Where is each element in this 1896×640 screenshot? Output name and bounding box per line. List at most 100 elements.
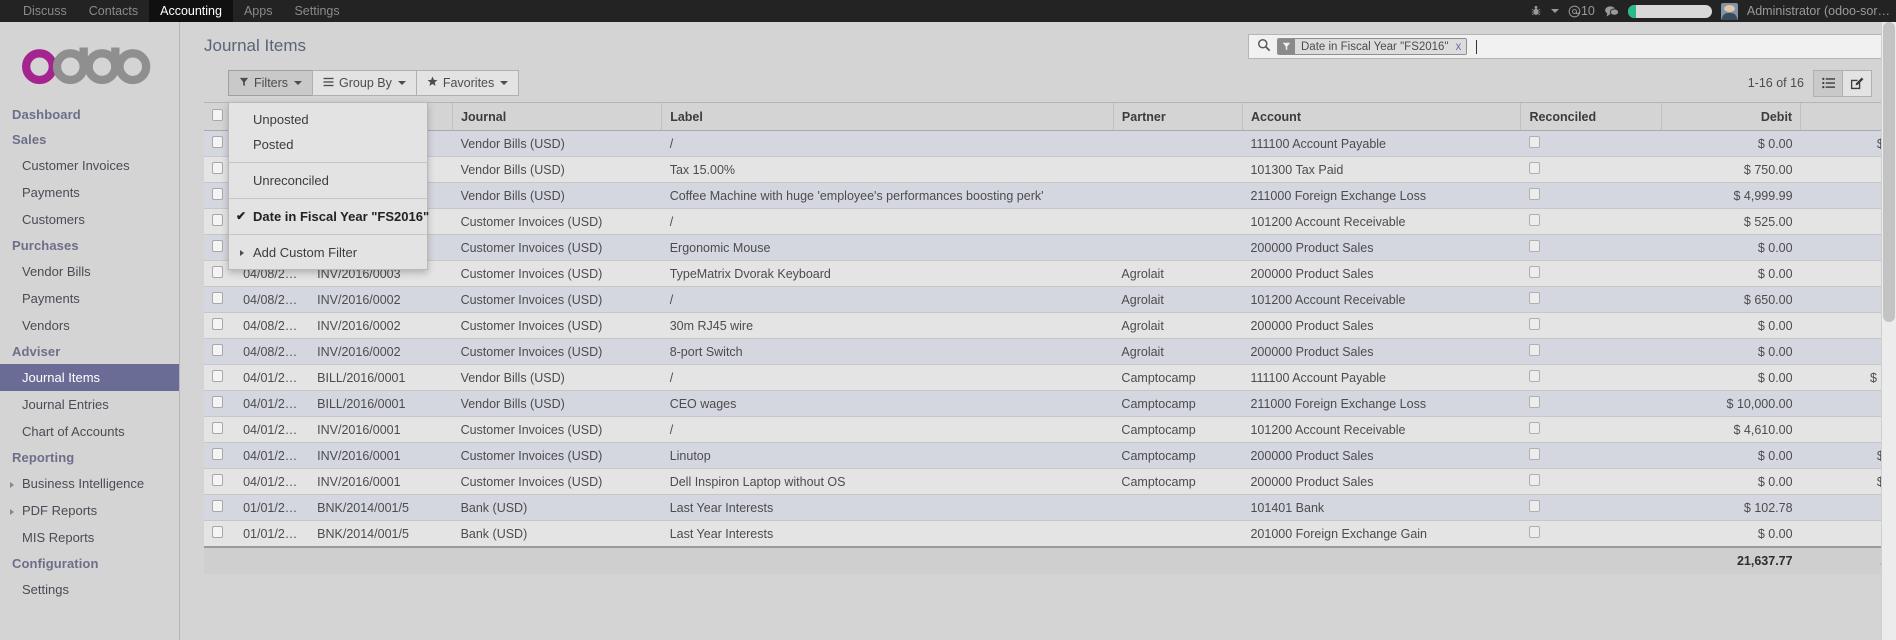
row-checkbox[interactable]	[212, 526, 223, 538]
reconciled-checkbox[interactable]	[1528, 448, 1540, 460]
table-row[interactable]: 04/01/2016 BILL/2016/0001 Vendor Bills (US…	[204, 390, 1896, 417]
row-checkbox[interactable]	[212, 448, 223, 460]
scrollbar-thumb[interactable]	[1883, 22, 1895, 322]
mentions-indicator[interactable]: 10	[1568, 4, 1595, 18]
vertical-scrollbar[interactable]	[1881, 22, 1896, 640]
table-row[interactable]: 04/08/2016INV/2016/0003Customer Invoices…	[204, 260, 1896, 287]
row-checkbox[interactable]	[212, 370, 223, 382]
search-facet-remove-icon[interactable]: x	[1452, 39, 1467, 54]
search-facet-fiscal-year[interactable]: Date in Fiscal Year "FS2016" x	[1277, 38, 1468, 55]
reconciled-checkbox[interactable]	[1528, 240, 1540, 252]
table-row[interactable]: 04/15/2016BILL/2016/0002Vendor Bills (US…	[204, 156, 1896, 183]
reconciled-checkbox[interactable]	[1528, 422, 1540, 434]
reconciled-checkbox[interactable]	[1528, 500, 1540, 512]
table-row[interactable]: 04/08/2016INV/2016/0003Customer Invoices…	[204, 234, 1896, 261]
odoo-logo[interactable]	[0, 22, 179, 102]
search-view[interactable]: Date in Fiscal Year "FS2016" x	[1248, 34, 1896, 59]
search-input[interactable]	[1476, 39, 1478, 54]
table-row[interactable]: 01/01/2016 BNK/2014/001/5 Bank (USD) Last Y…	[204, 494, 1896, 521]
filters-button[interactable]: Filters	[228, 70, 314, 96]
table-row[interactable]: 04/08/2016 INV/2016/0002 Customer Invoices…	[204, 312, 1896, 339]
row-checkbox[interactable]	[212, 474, 223, 486]
sidebar-item-customer-invoices[interactable]: Customer Invoices	[0, 152, 179, 179]
row-checkbox[interactable]	[212, 240, 223, 252]
sidebar-item-chart-of-accounts[interactable]: Chart of Accounts	[0, 418, 179, 445]
row-checkbox[interactable]	[212, 136, 223, 148]
table-row[interactable]: 04/01/2016 BILL/2016/0001 Vendor Bills (US…	[204, 364, 1896, 391]
column-header-account[interactable]: Account	[1242, 103, 1522, 131]
table-row[interactable]: 01/01/2016 BNK/2014/001/5 Bank (USD) Last Y…	[204, 520, 1896, 548]
menu-separator	[229, 234, 427, 235]
group-by-button[interactable]: Group By	[312, 70, 417, 96]
row-checkbox[interactable]	[212, 396, 223, 408]
reconciled-checkbox[interactable]	[1528, 188, 1540, 200]
filter-menu-item-unreconciled[interactable]: Unreconciled	[229, 168, 427, 193]
column-header-journal[interactable]: Journal	[452, 103, 663, 131]
sidebar-item-settings[interactable]: Settings	[0, 576, 179, 603]
app-menu-item-apps[interactable]: Apps	[233, 0, 284, 22]
sidebar-item-payments[interactable]: Payments	[0, 179, 179, 206]
column-header-label[interactable]: Label	[661, 103, 1114, 131]
filter-menu-item-add-custom-filter[interactable]: Add Custom Filter	[229, 240, 427, 265]
table-row[interactable]: 04/08/2016 INV/2016/0002 Customer Invoices…	[204, 338, 1896, 365]
table-row[interactable]: 04/15/2016BILL/2016/0002Vendor Bills (US…	[204, 130, 1896, 157]
row-checkbox[interactable]	[212, 344, 223, 356]
reconciled-checkbox[interactable]	[1528, 526, 1540, 538]
table-row[interactable]: 04/01/2016 INV/2016/0001 Customer Invoices…	[204, 442, 1896, 469]
row-checkbox[interactable]	[212, 188, 223, 200]
form-view-icon[interactable]	[1842, 69, 1872, 97]
sidebar-item-mis-reports[interactable]: MIS Reports	[0, 524, 179, 551]
chevron-down-icon[interactable]	[1550, 9, 1559, 13]
row-checkbox[interactable]	[212, 318, 223, 330]
pager[interactable]: 1-16 of 16	[1748, 76, 1804, 90]
cell-account: 200000 Product Sales	[1242, 338, 1521, 365]
sidebar-item-customers[interactable]: Customers	[0, 206, 179, 233]
list-view-icon[interactable]	[1813, 69, 1843, 97]
favorites-button[interactable]: Favorites	[415, 70, 520, 96]
table-row[interactable]: 04/08/2016INV/2016/0003Customer Invoices…	[204, 208, 1896, 235]
reconciled-checkbox[interactable]	[1528, 370, 1540, 382]
reconciled-checkbox[interactable]	[1528, 214, 1540, 226]
column-header-debit[interactable]: Debit	[1661, 103, 1802, 131]
filter-menu-item-posted[interactable]: Posted	[229, 132, 427, 157]
reconciled-checkbox[interactable]	[1528, 344, 1540, 356]
row-checkbox[interactable]	[212, 422, 223, 434]
app-menu-item-contacts[interactable]: Contacts	[78, 0, 149, 22]
sidebar-item-vendor-bills[interactable]: Vendor Bills	[0, 258, 179, 285]
row-checkbox[interactable]	[212, 500, 223, 512]
chat-icon[interactable]	[1604, 5, 1619, 18]
column-header-reconciled[interactable]: Reconciled	[1520, 103, 1663, 131]
sidebar-item-business-intelligence[interactable]: Business Intelligence	[0, 470, 179, 497]
sidebar-item-journal-entries[interactable]: Journal Entries	[0, 391, 179, 418]
sidebar-item-payments[interactable]: Payments	[0, 285, 179, 312]
sidebar-item-vendors[interactable]: Vendors	[0, 312, 179, 339]
reconciled-checkbox[interactable]	[1528, 266, 1540, 278]
reconciled-checkbox[interactable]	[1528, 162, 1540, 174]
cell-journal: Customer Invoices (USD)	[452, 468, 662, 495]
table-row[interactable]: 04/01/2016 INV/2016/0001 Customer Invoices…	[204, 468, 1896, 495]
reconciled-checkbox[interactable]	[1528, 136, 1540, 148]
debug-bug-icon[interactable]	[1530, 5, 1542, 17]
column-header-partner[interactable]: Partner	[1113, 103, 1243, 131]
app-menu-item-discuss[interactable]: Discuss	[12, 0, 78, 22]
reconciled-checkbox[interactable]	[1528, 292, 1540, 304]
filter-menu-item-date-in-fiscal-year-fs2016[interactable]: Date in Fiscal Year "FS2016"	[229, 204, 429, 229]
sidebar-item-journal-items[interactable]: Journal Items	[0, 364, 179, 391]
user-menu-label[interactable]: Administrator (odoo-sor…	[1747, 4, 1890, 18]
reconciled-checkbox[interactable]	[1528, 318, 1540, 330]
row-checkbox[interactable]	[212, 292, 223, 304]
select-all-checkbox[interactable]	[212, 109, 223, 121]
table-row[interactable]: 04/15/2016BILL/2016/0002Vendor Bills (US…	[204, 182, 1896, 209]
row-checkbox[interactable]	[212, 266, 223, 278]
table-row[interactable]: 04/08/2016 INV/2016/0002 Customer Invoices…	[204, 286, 1896, 313]
sidebar-item-pdf-reports[interactable]: PDF Reports	[0, 497, 179, 524]
app-menu-item-settings[interactable]: Settings	[283, 0, 350, 22]
filter-menu-item-unposted[interactable]: Unposted	[229, 107, 427, 132]
row-checkbox[interactable]	[212, 162, 223, 174]
table-row[interactable]: 04/01/2016 INV/2016/0001 Customer Invoices…	[204, 416, 1896, 443]
reconciled-checkbox[interactable]	[1528, 474, 1540, 486]
reconciled-checkbox[interactable]	[1528, 396, 1540, 408]
cell-partner	[1113, 520, 1243, 548]
row-checkbox[interactable]	[212, 214, 223, 226]
app-menu-item-accounting[interactable]: Accounting	[149, 0, 233, 22]
